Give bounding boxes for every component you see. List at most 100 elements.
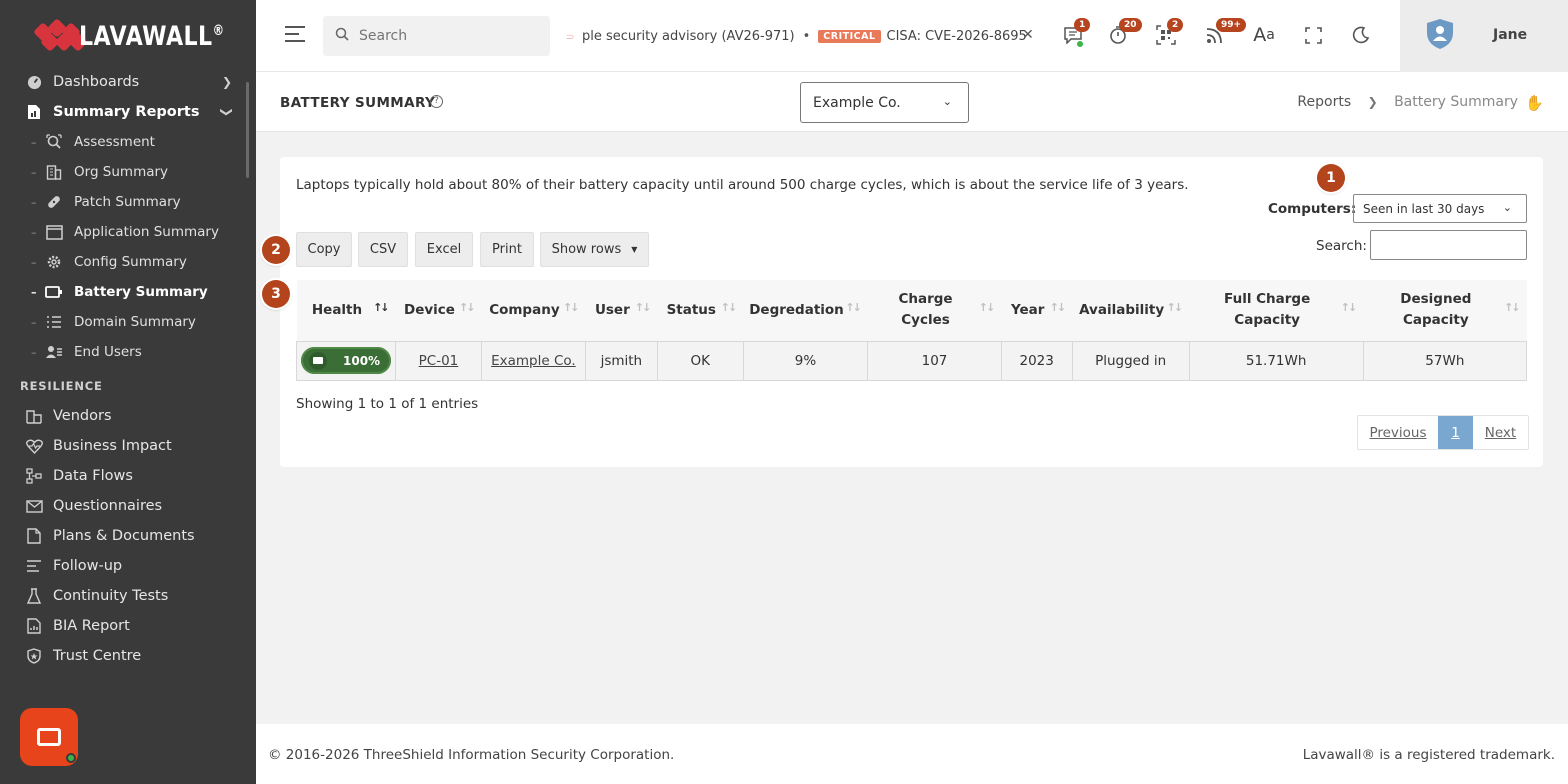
device-link[interactable]: PC-01	[419, 353, 459, 369]
sidebar-item-follow-up[interactable]: Follow-up	[0, 551, 256, 581]
sort-icon: ↑↓	[1504, 301, 1521, 314]
sidebar-item-config-summary[interactable]: – Config Summary	[0, 247, 256, 277]
sidebar: LAVAWALL® Dashboards ❯ Summary Reports ❯…	[0, 0, 256, 784]
column-header-designed-capacity[interactable]: Designed Capacity ↑↓	[1363, 280, 1527, 341]
user-menu[interactable]: Jane	[1400, 0, 1568, 72]
sidebar-item-application-summary[interactable]: – Application Summary	[0, 217, 256, 247]
sidebar-item-business-impact[interactable]: Business Impact	[0, 431, 256, 461]
sidebar-item-continuity-tests[interactable]: Continuity Tests	[0, 581, 256, 611]
health-value: 100%	[343, 353, 381, 368]
sidebar-item-label: BIA Report	[53, 618, 130, 634]
sidebar-item-bia-report[interactable]: BIA Report	[0, 611, 256, 641]
document-icon	[25, 527, 43, 545]
qr-badge: 2	[1167, 18, 1184, 32]
excel-button[interactable]: Excel	[415, 232, 473, 267]
sort-icon: ↑↓	[1049, 301, 1067, 314]
column-header-user[interactable]: User ↑↓	[585, 280, 658, 341]
sidebar-item-label: Business Impact	[53, 438, 172, 454]
close-icon[interactable]: ✕	[1022, 27, 1034, 43]
sidebar-item-label: Follow-up	[53, 558, 123, 574]
computers-filter-select[interactable]: Seen in last 30 days ⌄	[1353, 194, 1527, 223]
brand-name: LAVAWALL®	[78, 20, 225, 52]
sidebar-item-org-summary[interactable]: – Org Summary	[0, 157, 256, 187]
column-header-full-charge-capacity[interactable]: Full Charge Capacity ↑↓	[1189, 280, 1364, 341]
feed-icon[interactable]: 99+	[1204, 18, 1247, 46]
user-name: Jane	[1493, 27, 1528, 43]
battery-summary-card: Laptops typically hold about 80% of thei…	[262, 157, 1543, 467]
company-link[interactable]: Example Co.	[491, 353, 576, 369]
logo[interactable]: LAVAWALL®	[0, 0, 256, 72]
news-ticker[interactable]: ⸧ ple security advisory (AV26-971) • CRI…	[564, 24, 1038, 48]
company-select[interactable]: Example Co. ⌄	[800, 82, 969, 123]
font-size-icon[interactable]: Aa	[1253, 24, 1275, 46]
csv-button[interactable]: CSV	[358, 232, 408, 267]
hand-pointer-icon[interactable]: ✋	[1525, 94, 1544, 112]
next-page-button[interactable]: Next	[1473, 416, 1528, 449]
column-header-health[interactable]: Health ↑↓	[296, 280, 396, 341]
sidebar-item-patch-summary[interactable]: – Patch Summary	[0, 187, 256, 217]
ticker-item[interactable]: CISA: CVE-2026-8695	[887, 29, 1027, 44]
column-header-availability[interactable]: Availability ↑↓	[1072, 280, 1190, 341]
report-icon	[25, 103, 43, 121]
show-rows-label: Show rows	[551, 242, 622, 257]
timer-icon[interactable]: 20	[1107, 18, 1142, 46]
sidebar-item-summary-reports[interactable]: Summary Reports ❯	[0, 97, 256, 127]
checklist-icon	[25, 557, 43, 575]
sidebar-item-end-users[interactable]: – End Users	[0, 337, 256, 367]
ticker-item[interactable]: ple security advisory (AV26-971)	[582, 29, 795, 44]
table-row: 100% PC-01 Example Co. jsmith OK 9% 107 …	[296, 340, 1528, 381]
copy-button[interactable]: Copy	[296, 232, 352, 267]
flask-icon	[25, 587, 43, 605]
column-header-year[interactable]: Year ↑↓	[1001, 280, 1073, 341]
help-icon[interactable]: ?	[430, 95, 443, 108]
hamburger-menu-icon[interactable]	[285, 26, 305, 47]
sidebar-item-questionnaires[interactable]: Questionnaires	[0, 491, 256, 521]
column-header-status[interactable]: Status ↑↓	[657, 280, 744, 341]
fullscreen-icon[interactable]	[1302, 24, 1324, 46]
dark-mode-moon-icon[interactable]	[1350, 24, 1372, 46]
sidebar-item-trust-centre[interactable]: Trust Centre	[0, 641, 256, 671]
computers-filter-value: Seen in last 30 days	[1363, 201, 1485, 216]
gear-icon	[45, 253, 63, 271]
sidebar-item-assessment[interactable]: – Assessment	[0, 127, 256, 157]
table-search-input[interactable]	[1370, 230, 1527, 260]
breadcrumb-reports[interactable]: Reports	[1297, 94, 1351, 110]
health-badge: 100%	[301, 347, 391, 374]
column-header-device[interactable]: Device ↑↓	[395, 280, 482, 341]
sidebar-item-label: Org Summary	[74, 164, 169, 180]
qr-code-icon[interactable]: 2	[1155, 18, 1184, 46]
page-1-button[interactable]: 1	[1438, 416, 1473, 449]
sidebar-item-vendors[interactable]: Vendors	[0, 401, 256, 431]
timer-badge: 20	[1119, 18, 1142, 32]
column-header-degredation[interactable]: Degredation ↑↓	[743, 280, 868, 341]
sidebar-item-dashboards[interactable]: Dashboards ❯	[0, 67, 256, 97]
column-header-charge-cycles[interactable]: Charge Cycles ↑↓	[867, 280, 1002, 341]
feed-badge: 99+	[1216, 18, 1247, 32]
print-button[interactable]: Print	[480, 232, 534, 267]
online-dot	[1077, 41, 1083, 47]
chevron-right-icon: ❯	[1367, 95, 1378, 109]
previous-page-button[interactable]: Previous	[1358, 416, 1438, 449]
sidebar-scrollbar[interactable]	[246, 82, 249, 178]
global-search[interactable]	[323, 16, 550, 56]
column-header-company[interactable]: Company ↑↓	[481, 280, 586, 341]
step-marker: 3	[262, 280, 290, 308]
sort-icon: ↑↓	[845, 301, 862, 314]
sidebar-item-plans-documents[interactable]: Plans & Documents	[0, 521, 256, 551]
footer: © 2016-2026 ThreeShield Information Secu…	[256, 724, 1568, 784]
copyright-text: © 2016-2026 ThreeShield Information Secu…	[268, 747, 675, 763]
sidebar-item-label: Continuity Tests	[53, 588, 169, 604]
bandage-icon	[45, 193, 63, 211]
heart-pulse-icon	[25, 437, 43, 455]
caret-down-icon: ▼	[631, 245, 638, 254]
sidebar-item-label: End Users	[74, 344, 142, 360]
show-rows-button[interactable]: Show rows ▼	[540, 232, 649, 267]
search-input[interactable]	[359, 28, 539, 44]
sidebar-item-data-flows[interactable]: Data Flows	[0, 461, 256, 491]
charge-cycles-cell: 107	[867, 340, 1002, 381]
sidebar-item-domain-summary[interactable]: – Domain Summary	[0, 307, 256, 337]
sidebar-item-label: Data Flows	[53, 468, 133, 484]
company-select-value: Example Co.	[813, 94, 901, 111]
sidebar-item-battery-summary[interactable]: – Battery Summary	[0, 277, 256, 307]
messages-icon[interactable]: 1	[1062, 18, 1091, 47]
